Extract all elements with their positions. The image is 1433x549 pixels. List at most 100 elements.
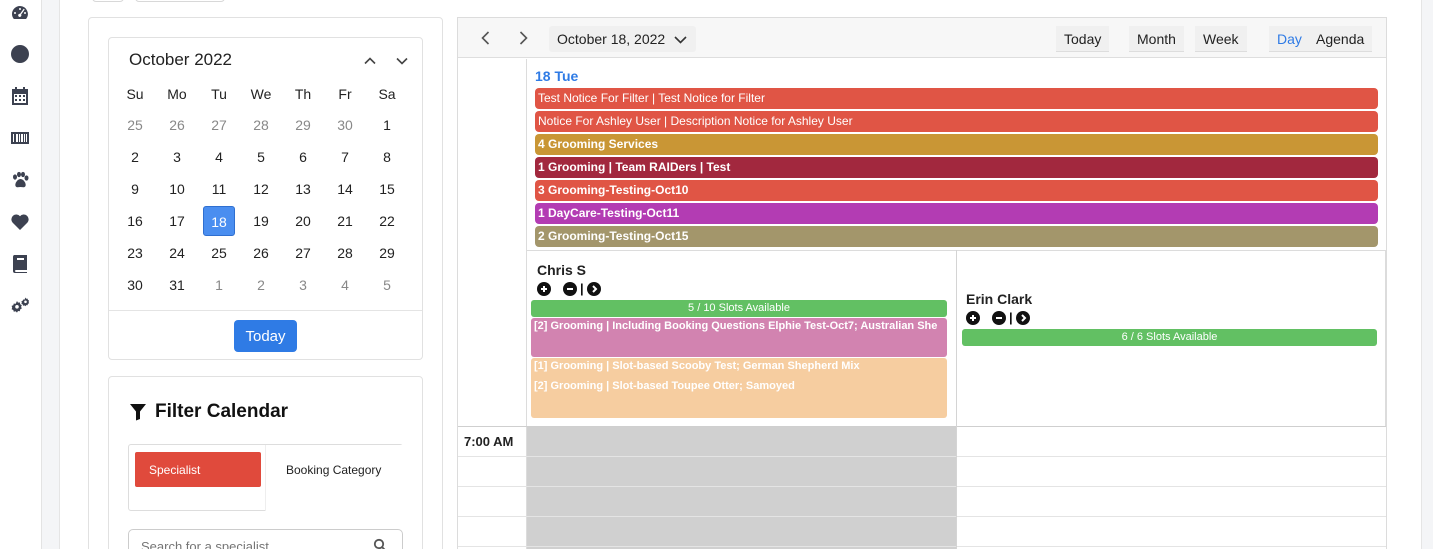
booking-event[interactable]: [2] Grooming | Including Booking Questio… [531,318,947,357]
calendar-day[interactable]: 22 [371,206,403,236]
all-day-event[interactable]: Notice For Ashley User | Description Not… [535,111,1378,132]
calendar-icon[interactable] [9,85,31,107]
view-week[interactable]: Week [1195,26,1247,52]
calendar-day[interactable]: 5 [245,142,277,172]
calendar-day[interactable]: 4 [329,270,361,300]
day-header[interactable]: 18 Tue [535,68,578,84]
calendar-day[interactable]: 19 [245,206,277,236]
calendar-day[interactable]: 15 [371,174,403,204]
next-day-button[interactable] [510,26,536,50]
view-agenda[interactable]: Agenda [1308,26,1373,52]
filter-panel: Filter Calendar Specialist Booking Categ… [108,376,423,549]
heart-icon[interactable] [9,211,31,233]
calendar-day[interactable]: 16 [119,206,151,236]
calendar-day[interactable]: 7 [329,142,361,172]
toolbar-button[interactable] [135,0,225,2]
calendar-day[interactable]: 29 [371,238,403,268]
calendar-day[interactable]: 25 [119,110,151,140]
time-label: 7:00 AM [464,434,514,449]
calendar-day[interactable]: 14 [329,174,361,204]
plus-icon [970,314,976,321]
calendar-day[interactable]: 11 [203,174,235,204]
calendar-day[interactable]: 4 [203,142,235,172]
weekday-label: Mo [167,86,187,102]
calendar-day[interactable]: 17 [161,206,193,236]
paw-icon[interactable] [9,169,31,191]
calendar-day[interactable]: 6 [287,142,319,172]
slots-available-badge[interactable]: 5 / 10 Slots Available [531,300,947,317]
calendar-day[interactable]: 9 [119,174,151,204]
calendar-day[interactable]: 1 [371,110,403,140]
plus-icon [541,285,547,292]
calendar-day[interactable]: 26 [245,238,277,268]
next-resource-button[interactable] [1015,310,1030,325]
calendar-day[interactable]: 28 [245,110,277,140]
calendar-day[interactable]: 10 [161,174,193,204]
filter-option-specialist[interactable]: Specialist [135,452,261,487]
calendar-day[interactable]: 24 [161,238,193,268]
calendar-day[interactable]: 2 [119,142,151,172]
separator: | [1009,310,1013,325]
calendar-day[interactable]: 27 [203,110,235,140]
search-icon[interactable] [373,538,387,549]
calendar-day[interactable]: 3 [287,270,319,300]
prev-day-button[interactable] [473,26,499,50]
resource-name: Erin Clark [966,291,1033,307]
add-slot-button[interactable] [966,310,980,325]
all-day-event[interactable]: 1 DayCare-Testing-Oct11 [535,203,1378,224]
view-month[interactable]: Month [1129,26,1184,52]
remove-slot-button[interactable] [563,281,577,296]
resource-name: Chris S [537,262,587,278]
mini-calendar-title: October 2022 [129,50,233,69]
clock-icon[interactable] [9,43,31,65]
specialist-search-input[interactable] [128,529,403,549]
unavailable-block [527,427,957,549]
all-day-event[interactable]: Test Notice For Filter | Test Notice for… [535,88,1378,109]
resource-column-erin: Erin Clark | 6 / 6 Slots Available [957,250,1386,426]
booking-event[interactable]: [2] Grooming | Slot-based Toupee Otter; … [531,378,947,418]
book-icon[interactable] [9,253,31,275]
dashboard-icon[interactable] [9,2,31,24]
all-day-event[interactable]: 4 Grooming Services [535,134,1378,155]
calendar-day[interactable]: 5 [371,270,403,300]
toolbar-button[interactable] [92,0,124,2]
weekday-label: We [250,86,272,102]
calendar-day[interactable]: 25 [203,238,235,268]
calendar-day[interactable]: 1 [203,270,235,300]
mini-today-button[interactable]: Today [234,320,297,352]
date-picker[interactable]: October 18, 2022 [549,26,697,52]
calendar-day[interactable]: 28 [329,238,361,268]
all-day-event[interactable]: 1 Grooming | Team RAIDers | Test [535,157,1378,178]
calendar-day[interactable]: 30 [119,270,151,300]
calendar-day[interactable]: 31 [161,270,193,300]
all-day-event[interactable]: 2 Grooming-Testing-Oct15 [535,226,1378,247]
calendar-day[interactable]: 12 [245,174,277,204]
calendar-day[interactable]: 13 [287,174,319,204]
barcode-icon[interactable] [9,127,31,149]
view-day[interactable]: Day [1269,26,1310,52]
next-resource-button[interactable] [586,281,601,296]
calendar-day[interactable]: 30 [329,110,361,140]
slots-available-badge[interactable]: 6 / 6 Slots Available [962,329,1377,346]
calendar-day[interactable]: 20 [287,206,319,236]
calendar-day[interactable]: 8 [371,142,403,172]
weekday-label: Fr [338,86,352,102]
all-day-event[interactable]: 3 Grooming-Testing-Oct10 [535,180,1378,201]
calendar-day[interactable]: 2 [245,270,277,300]
slot-line [458,546,1386,547]
calendar-day[interactable]: 27 [287,238,319,268]
calendar-day[interactable]: 29 [287,110,319,140]
resource-divider [956,250,957,549]
calendar-day[interactable]: 3 [161,142,193,172]
filter-option-category[interactable]: Booking Category [265,445,404,511]
chevron-up-icon[interactable] [359,51,381,71]
view-today[interactable]: Today [1056,26,1110,52]
add-slot-button[interactable] [537,281,551,296]
calendar-day[interactable]: 18 [203,206,235,236]
remove-slot-button[interactable] [992,310,1006,325]
calendar-day[interactable]: 23 [119,238,151,268]
calendar-day[interactable]: 26 [161,110,193,140]
chevron-down-icon[interactable] [391,51,413,71]
settings-icon[interactable] [9,295,31,317]
calendar-day[interactable]: 21 [329,206,361,236]
